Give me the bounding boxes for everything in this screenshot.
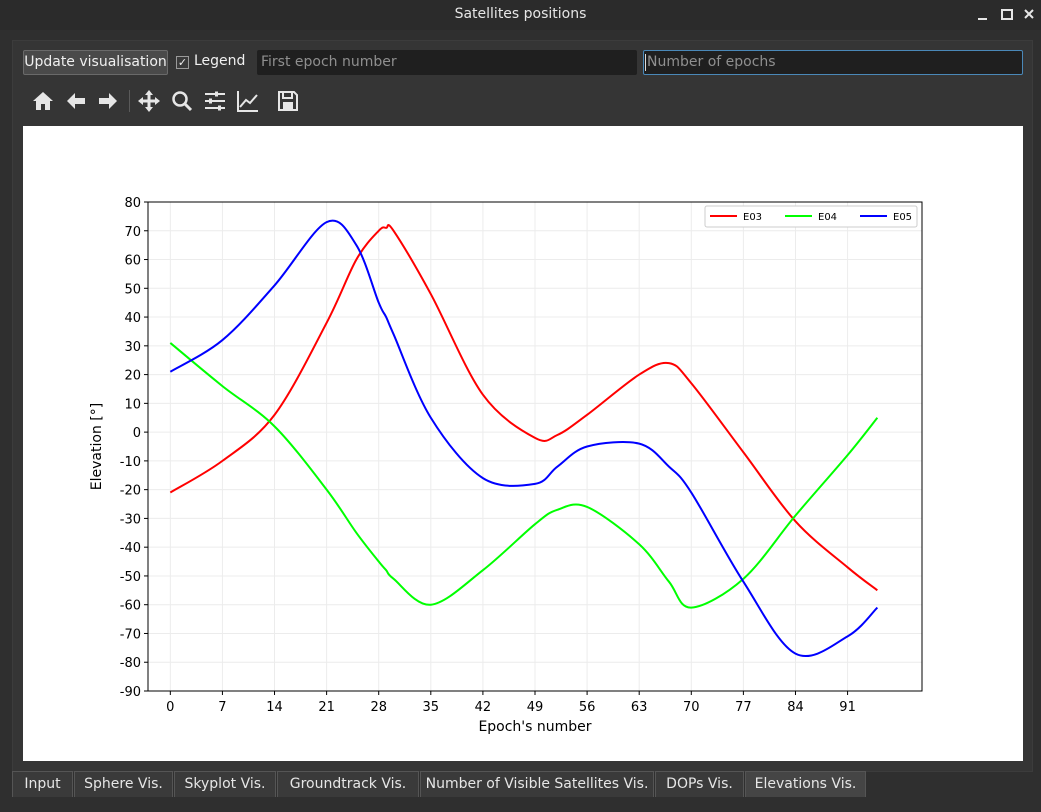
number-of-epochs-input[interactable]: Number of epochs (643, 50, 1023, 75)
y-tick-label: -20 (120, 484, 141, 499)
pan-icon[interactable] (136, 88, 162, 114)
x-tick-label: 14 (266, 700, 283, 715)
x-tick-label: 28 (370, 700, 387, 715)
tab-dops-vis[interactable]: DOPs Vis. (655, 771, 744, 797)
minimize-icon[interactable] (976, 6, 990, 20)
x-axis-label: Epoch's number (478, 719, 591, 735)
y-tick-label: -10 (120, 455, 141, 470)
y-tick-label: 30 (124, 340, 141, 355)
y-tick-label: -40 (120, 541, 141, 556)
y-tick-label: 70 (124, 225, 141, 240)
configure-subplots-icon[interactable] (202, 88, 228, 114)
x-tick-label: 84 (787, 700, 804, 715)
y-tick-label: -90 (120, 685, 141, 700)
y-axis-label: Elevation [°] (89, 403, 105, 490)
legend-label-e05: E05 (893, 212, 912, 223)
y-tick-label: -50 (120, 570, 141, 585)
y-tick-label: 20 (124, 369, 141, 384)
x-tick-label: 7 (218, 700, 226, 715)
y-tick-label: 40 (124, 311, 141, 326)
maximize-icon[interactable] (1000, 6, 1014, 20)
x-tick-label: 49 (527, 700, 544, 715)
elevation-chart: 0 7 14 21 28 35 42 49 56 63 70 77 84 91 80 70 60 50 40 30 20… (89, 196, 923, 735)
tab-input[interactable]: Input (12, 771, 73, 797)
x-tick-label: 21 (318, 700, 335, 715)
back-arrow-icon[interactable] (63, 88, 89, 114)
home-icon[interactable] (30, 88, 56, 114)
y-tick-label: 80 (124, 196, 141, 211)
tab-groundtrack-vis[interactable]: Groundtrack Vis. (277, 771, 419, 797)
tab-elevations-vis[interactable]: Elevations Vis. (745, 771, 866, 797)
edit-axis-icon[interactable] (235, 88, 261, 114)
x-tick-label: 35 (423, 700, 440, 715)
save-icon[interactable] (275, 88, 301, 114)
y-tick-label: -30 (120, 512, 141, 527)
y-tick-label: 50 (124, 282, 141, 297)
x-tick-label: 70 (683, 700, 700, 715)
forward-arrow-icon[interactable] (95, 88, 121, 114)
legend-label-e03: E03 (743, 212, 762, 223)
legend-checkbox[interactable]: ✓ (176, 56, 189, 69)
update-visualisation-button[interactable]: Update visualisation (23, 50, 168, 75)
title-bar: Satellites positions (0, 0, 1041, 30)
tab-sphere-vis[interactable]: Sphere Vis. (74, 771, 173, 797)
series-line-e04 (169, 342, 879, 609)
window-title: Satellites positions (454, 6, 587, 22)
tab-visible-satellites-vis[interactable]: Number of Visible Satellites Vis. (420, 771, 654, 797)
plot-canvas[interactable]: 0 7 14 21 28 35 42 49 56 63 70 77 84 91 80 70 60 50 40 30 20… (23, 126, 1023, 761)
x-tick-label: 0 (166, 700, 174, 715)
legend-checkbox-label: Legend (194, 53, 246, 69)
first-epoch-input[interactable]: First epoch number (257, 50, 637, 75)
close-icon[interactable] (1022, 6, 1036, 20)
x-tick-label: 91 (839, 700, 856, 715)
series-line-e03 (169, 224, 878, 592)
y-tick-label: 0 (133, 426, 141, 441)
tab-skyplot-vis[interactable]: Skyplot Vis. (174, 771, 276, 797)
y-tick-label: -60 (120, 599, 141, 614)
toolbar-separator (129, 90, 130, 112)
y-tick-label: -80 (120, 656, 141, 671)
zoom-icon[interactable] (169, 88, 195, 114)
series-line-e05 (169, 219, 879, 657)
text-cursor (645, 54, 646, 71)
legend-label-e04: E04 (818, 212, 837, 223)
x-tick-label: 56 (579, 700, 596, 715)
x-tick-label: 42 (475, 700, 492, 715)
y-tick-label: 60 (124, 254, 141, 269)
y-tick-label: -70 (120, 627, 141, 642)
x-tick-label: 63 (631, 700, 648, 715)
y-tick-label: 10 (124, 397, 141, 412)
x-tick-label: 77 (735, 700, 752, 715)
chart-legend: E03 E04 E05 (704, 205, 918, 228)
